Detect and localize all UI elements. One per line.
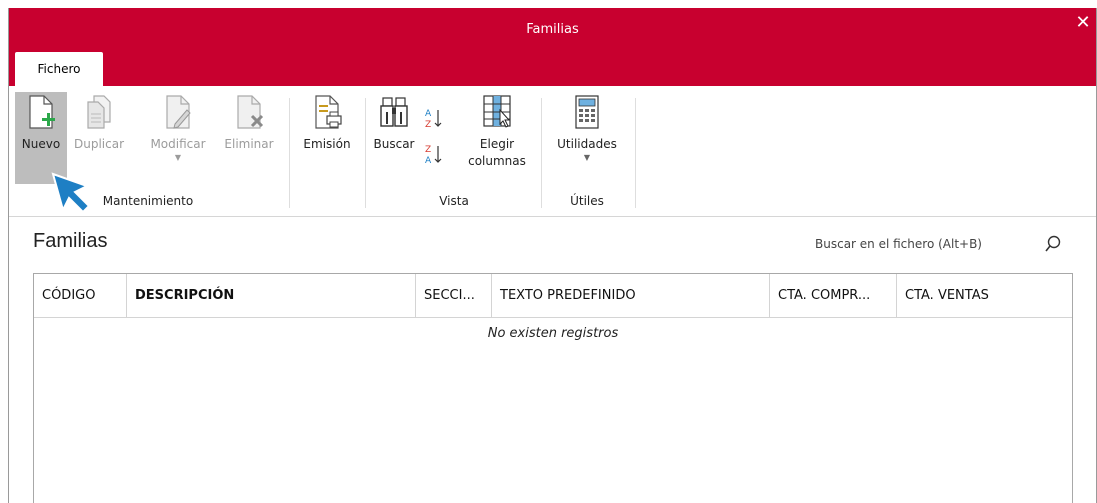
emision-label: Emisión bbox=[303, 137, 351, 151]
buscar-button[interactable]: Buscar bbox=[371, 92, 417, 184]
sort-asc-icon: A Z bbox=[425, 109, 442, 130]
nuevo-label: Nuevo bbox=[21, 137, 61, 151]
elegir-label-line1: Elegir bbox=[479, 137, 515, 151]
elegir-label: Elegir columnas bbox=[461, 136, 533, 170]
columns-icon bbox=[483, 95, 511, 128]
mouse-cursor-icon bbox=[51, 172, 91, 214]
search-placeholder: Buscar en el fichero (Alt+B) bbox=[815, 237, 982, 251]
search-input[interactable]: Buscar en el fichero (Alt+B) bbox=[785, 232, 1075, 256]
duplicate-icon bbox=[87, 95, 111, 129]
utilidades-dropdown-icon[interactable]: ▼ bbox=[547, 153, 627, 162]
title-bar: Familias ✕ Fichero bbox=[9, 8, 1096, 86]
duplicar-label: Duplicar bbox=[73, 137, 124, 151]
emision-button[interactable]: Emisión bbox=[295, 92, 359, 184]
svg-text:A: A bbox=[425, 156, 432, 166]
svg-text:Z: Z bbox=[425, 145, 431, 155]
ribbon-separator bbox=[365, 98, 366, 208]
group-vista: Vista bbox=[439, 194, 469, 208]
column-header-descripcion[interactable]: DESCRIPCIÓN bbox=[127, 274, 416, 317]
column-header-cta-compras[interactable]: CTA. COMPR... bbox=[770, 274, 897, 317]
ribbon-separator bbox=[289, 98, 290, 208]
ribbon: Nuevo Duplicar Modificar ▼ Eliminar Mant… bbox=[9, 86, 1096, 217]
calculator-icon bbox=[575, 95, 599, 129]
edit-icon bbox=[166, 95, 191, 129]
modificar-label: Modificar bbox=[150, 137, 206, 151]
records-table: CÓDIGO DESCRIPCIÓN SECCI... TEXTO PREDEF… bbox=[33, 273, 1073, 503]
sort-ascending-button[interactable]: A Z bbox=[421, 106, 447, 146]
svg-text:Z: Z bbox=[425, 120, 431, 130]
column-header-cta-ventas[interactable]: CTA. VENTAS bbox=[897, 274, 1072, 317]
ribbon-separator bbox=[635, 98, 636, 208]
page-title: Familias bbox=[33, 230, 108, 252]
table-header: CÓDIGO DESCRIPCIÓN SECCI... TEXTO PREDEF… bbox=[34, 274, 1072, 318]
ribbon-separator bbox=[541, 98, 542, 208]
column-header-seccion[interactable]: SECCI... bbox=[416, 274, 492, 317]
new-document-icon bbox=[29, 95, 55, 129]
sort-descending-button[interactable]: Z A bbox=[421, 142, 447, 182]
tab-fichero[interactable]: Fichero bbox=[15, 52, 103, 86]
column-header-codigo[interactable]: CÓDIGO bbox=[34, 274, 127, 317]
group-utiles: Útiles bbox=[570, 194, 604, 208]
elegir-label-line2: columnas bbox=[468, 154, 526, 168]
delete-icon bbox=[237, 95, 264, 129]
svg-text:A: A bbox=[425, 109, 432, 119]
column-header-texto-predefinido[interactable]: TEXTO PREDEFINIDO bbox=[492, 274, 770, 317]
binoculars-icon bbox=[380, 97, 408, 127]
window-title: Familias bbox=[526, 22, 579, 37]
elegir-columnas-button[interactable]: Elegir columnas bbox=[461, 92, 533, 184]
buscar-label: Buscar bbox=[373, 137, 415, 151]
utilidades-button[interactable]: Utilidades ▼ bbox=[547, 92, 627, 184]
close-icon[interactable]: ✕ bbox=[1074, 14, 1092, 32]
sort-desc-icon: Z A bbox=[425, 145, 442, 166]
eliminar-button[interactable]: Eliminar bbox=[217, 92, 281, 184]
empty-message: No existen registros bbox=[487, 326, 619, 341]
modificar-dropdown-icon[interactable]: ▼ bbox=[141, 153, 215, 162]
window: Familias ✕ Fichero Nuevo Duplicar Modifi… bbox=[8, 8, 1097, 503]
eliminar-label: Eliminar bbox=[224, 137, 274, 151]
print-icon bbox=[315, 95, 342, 129]
tab-label: Fichero bbox=[37, 62, 81, 76]
utilidades-label: Utilidades bbox=[557, 137, 617, 151]
search-icon[interactable] bbox=[1043, 234, 1063, 254]
modificar-button[interactable]: Modificar ▼ bbox=[141, 92, 215, 184]
